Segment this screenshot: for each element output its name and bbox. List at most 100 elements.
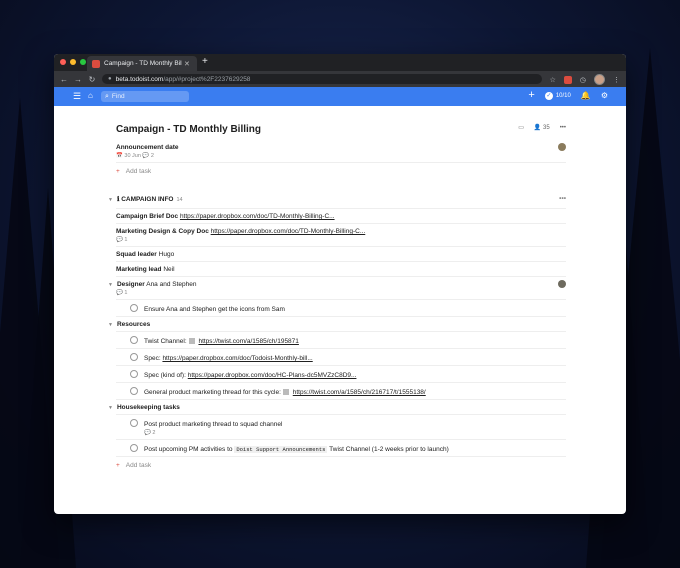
close-tab-icon[interactable]: ✕ [184,60,190,68]
task-meta: 📅 30 Jun 💬 2 [116,153,154,159]
task-text: General product marketing thread for thi… [144,389,281,396]
section-title: CAMPAIGN INFO [121,196,174,203]
extension-icon[interactable]: ◷ [580,76,586,84]
address-toolbar: ← → ↻ ● beta.todoist.com/app/#project%2F… [54,71,626,87]
maximize-window-button[interactable] [80,59,86,65]
profile-avatar[interactable] [594,74,605,85]
task-row[interactable]: Campaign Brief Doc https://paper.dropbox… [116,209,566,224]
subtask-row[interactable]: Post upcoming PM activities to Doist Sup… [116,440,566,457]
task-label: Designer [116,281,145,288]
minimize-window-button[interactable] [70,59,76,65]
more-options-icon[interactable]: ••• [560,125,566,131]
browser-menu-icon[interactable]: ⋮ [613,76,620,84]
task-label: Squad leader [116,251,157,258]
task-link[interactable]: https://twist.com/a/1585/ch/195871 [198,338,298,345]
task-row[interactable]: ▼ Housekeeping tasks [108,400,566,415]
task-row[interactable]: Squad leader Hugo [116,247,566,262]
task-label: Marketing Design & Copy Doc [116,228,209,235]
notifications-bell-icon[interactable]: 🔔 [581,91,591,100]
comment-count: 2 [152,430,156,436]
task-link[interactable]: https://paper.dropbox.com/doc/Todoist-Mo… [162,355,312,362]
task-value: Hugo [158,251,175,258]
url-host: beta.todoist.com [115,75,164,83]
task-row[interactable]: Marketing lead Neil [116,262,566,277]
reload-icon[interactable]: ↻ [88,75,96,84]
task-value: Neil [163,266,175,273]
search-icon: ⌕ [105,92,109,100]
task-value: Ana and Stephen [146,281,197,288]
karma-button[interactable]: ✓ 10/10 [544,91,571,100]
inline-code: Doist Support Announcements [234,446,328,453]
search-input[interactable]: ⌕ Find [101,91,189,102]
section-count: 14 [176,197,183,203]
add-task-label: Add task [125,168,152,175]
check-circle-icon: ✓ [544,91,553,100]
address-bar[interactable]: ● beta.todoist.com/app/#project%2F223762… [102,74,542,84]
task-link[interactable]: https://twist.com/a/1585/ch/216717/t/155… [293,389,426,396]
subtask-row[interactable]: Spec (kind of): https://paper.dropbox.co… [116,366,566,383]
comment-count: 1 [124,290,128,296]
task-row[interactable]: Announcement date 📅 30 Jun 💬 2 [116,140,566,163]
task-meta: 💬 1 [116,237,128,243]
subtask-row[interactable]: Ensure Ana and Stephen get the icons fro… [116,300,566,317]
add-task-label: Add task [125,462,152,469]
checkbox-circle[interactable] [130,304,138,312]
comment-count: 2 [150,153,154,159]
project-content: Campaign - TD Monthly Billing ▭ 👤 35 •••… [108,124,566,474]
browser-tab[interactable]: Campaign - TD Monthly Billing ✕ [87,56,197,71]
quick-add-icon[interactable]: + [528,90,534,101]
subtask-row[interactable]: Twist Channel: https://twist.com/a/1585/… [116,332,566,349]
new-tab-icon[interactable]: + [202,56,208,67]
project-header: Campaign - TD Monthly Billing ▭ 👤 35 ••• [116,124,566,140]
add-task-button[interactable]: + Add task [116,163,566,180]
home-icon[interactable]: ⌂ [88,91,93,100]
top-bar-actions: + ✓ 10/10 🔔 ⚙ [528,90,608,101]
hamburger-menu-icon[interactable]: ☰ [73,91,81,102]
task-meta: 💬 1 [116,290,128,296]
settings-gear-icon[interactable]: ⚙ [601,91,608,100]
task-row[interactable]: Marketing Design & Copy Doc https://pape… [116,224,566,247]
assignee-avatar[interactable] [558,280,566,288]
todoist-favicon-icon [92,59,100,68]
back-arrow-icon[interactable]: ← [60,75,68,84]
chevron-down-icon[interactable]: ▼ [108,282,113,288]
subtask-row[interactable]: Post product marketing thread to squad c… [116,415,566,440]
task-link[interactable]: https://paper.dropbox.com/doc/TD-Monthly… [180,213,335,220]
checkbox-circle[interactable] [130,370,138,378]
forward-arrow-icon[interactable]: → [74,75,82,84]
checkbox-circle[interactable] [130,387,138,395]
add-task-button[interactable]: + Add task [116,457,566,474]
checkbox-circle[interactable] [130,353,138,361]
search-placeholder: Find [111,93,125,100]
members-count: 35 [543,125,550,131]
task-label: Housekeeping tasks [116,404,180,411]
chevron-down-icon[interactable]: ▼ [108,405,113,411]
close-window-button[interactable] [60,59,66,65]
task-row[interactable]: ▼ Designer Ana and Stephen 💬 1 [108,277,566,300]
task-text: Spec (kind of): [144,372,186,379]
task-text: Post upcoming PM activities to [144,446,233,453]
browser-window: Campaign - TD Monthly Billing ✕ + ← → ↻ … [54,54,626,514]
task-link[interactable]: https://paper.dropbox.com/doc/HC-Plans-d… [188,372,357,379]
checkbox-circle[interactable] [130,444,138,452]
members-button[interactable]: 👤 35 [534,124,550,131]
bookmark-star-icon[interactable]: ☆ [550,76,556,84]
section-header[interactable]: ▼ ℹ CAMPAIGN INFO 14 ••• [108,190,566,209]
checkbox-circle[interactable] [130,336,138,344]
subtask-row[interactable]: General product marketing thread for thi… [116,383,566,400]
chevron-down-icon[interactable]: ▼ [108,197,113,203]
task-row[interactable]: ▼ Resources [108,317,566,332]
plus-icon: + [116,168,120,175]
project-title: Campaign - TD Monthly Billing [116,124,261,135]
twist-logo-icon [282,389,289,395]
task-link[interactable]: https://paper.dropbox.com/doc/TD-Monthly… [211,228,366,235]
chevron-down-icon[interactable]: ▼ [108,322,113,328]
assignee-avatar[interactable] [558,143,566,151]
subtask-row[interactable]: Spec: https://paper.dropbox.com/doc/Todo… [116,349,566,366]
url-text: beta.todoist.com/app/#project%2F22376292… [116,76,251,83]
checkbox-circle[interactable] [130,419,138,427]
todoist-extension-icon[interactable] [563,75,572,84]
task-label: Marketing lead [116,266,162,273]
more-options-icon[interactable]: ••• [559,195,566,202]
comment-icon[interactable]: ▭ [518,124,524,131]
